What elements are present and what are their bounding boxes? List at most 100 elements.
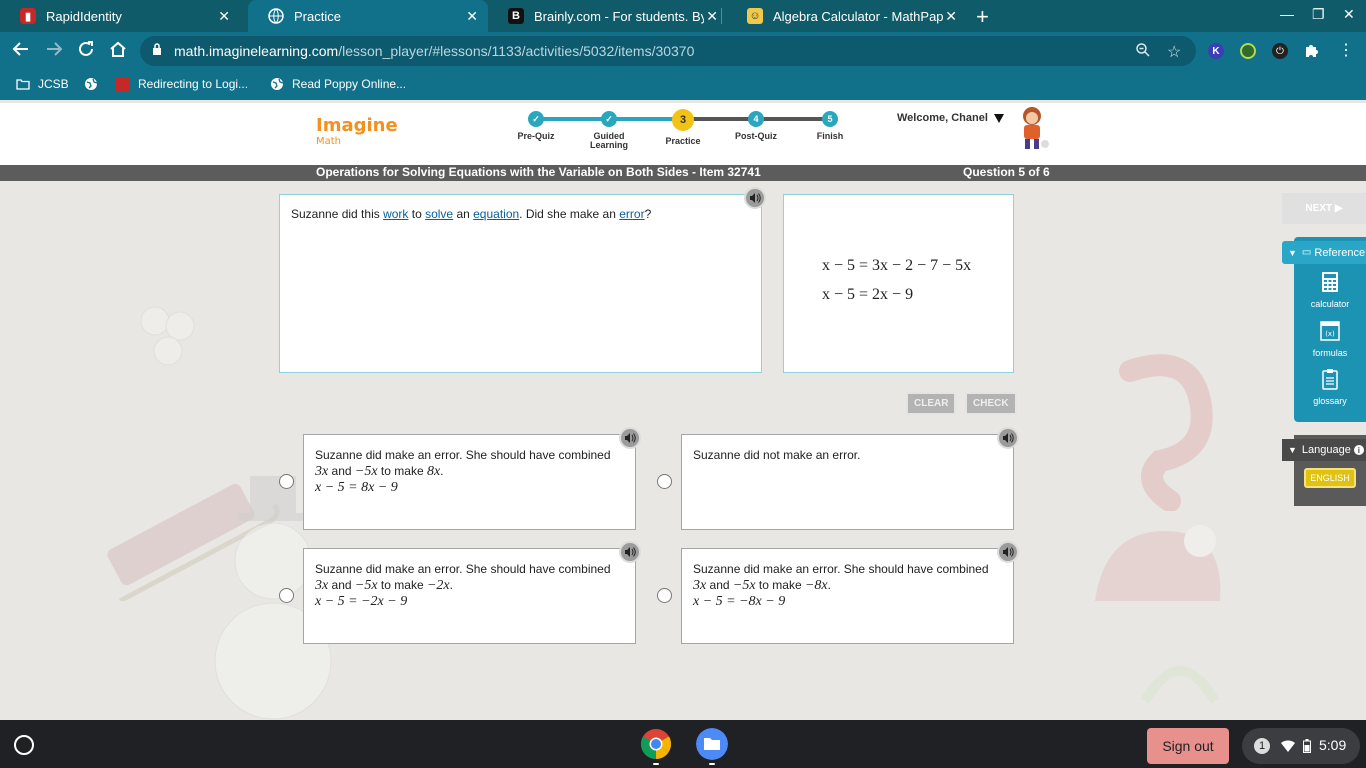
forward-icon[interactable] <box>45 40 63 63</box>
reference-glossary[interactable]: glossary <box>1294 368 1366 406</box>
choice-c-card[interactable]: Suzanne did make an error. She should ha… <box>303 548 636 644</box>
zoom-icon[interactable] <box>1135 42 1151 63</box>
maximize-icon[interactable]: ❐ <box>1312 6 1325 23</box>
tab-practice[interactable]: Practice ✕ <box>248 0 488 32</box>
tab-mathpapa[interactable]: ☺ Algebra Calculator - MathPapa ✕ <box>727 0 967 32</box>
wifi-icon <box>1281 740 1295 752</box>
green-extension-icon[interactable] <box>1240 43 1256 59</box>
glossary-link-equation[interactable]: equation <box>473 207 519 221</box>
glossary-link-work[interactable]: work <box>383 207 408 221</box>
question-audio-speaker-icon[interactable] <box>744 187 766 209</box>
close-window-icon[interactable]: ✕ <box>1343 6 1355 23</box>
close-icon[interactable]: ✕ <box>945 8 957 25</box>
tab-brainly[interactable]: B Brainly.com - For students. By st ✕ <box>488 0 728 32</box>
bookmark-redirecting[interactable]: Redirecting to Logi... <box>116 77 248 91</box>
tab-separator <box>721 8 722 24</box>
files-app-icon[interactable] <box>696 728 728 760</box>
info-icon[interactable]: i <box>1353 445 1364 455</box>
close-icon[interactable]: ✕ <box>466 8 478 25</box>
choice-b-card[interactable]: Suzanne did not make an error. <box>681 434 1014 530</box>
reference-header-label: Reference <box>1314 246 1366 259</box>
step-practice-label: Practice <box>665 136 701 146</box>
question-panel: Suzanne did this work to solve an equati… <box>279 194 762 373</box>
back-icon[interactable] <box>12 40 30 63</box>
choice-d-speaker-icon[interactable] <box>997 541 1019 563</box>
power-extension-icon[interactable]: ⏻ <box>1272 43 1288 59</box>
lesson-stage: Suzanne did this work to solve an equati… <box>0 181 1366 720</box>
scarf-illustration <box>1119 354 1213 511</box>
tab-title: Practice <box>294 8 341 24</box>
sign-out-button[interactable]: Sign out <box>1147 728 1229 764</box>
clock-time: 5:09 <box>1319 737 1347 753</box>
home-icon[interactable] <box>109 40 127 63</box>
files-running-indicator <box>709 763 715 765</box>
glossary-label: glossary <box>1313 396 1347 406</box>
choice-b-speaker-icon[interactable] <box>997 427 1019 449</box>
lock-icon <box>153 43 161 55</box>
choice-b-radio[interactable] <box>657 474 672 489</box>
bookmark-label: Redirecting to Logi... <box>138 77 249 91</box>
welcome-menu[interactable]: Welcome, Chanel <box>897 112 1004 124</box>
launcher-icon[interactable] <box>14 735 34 755</box>
new-tab-button[interactable]: + <box>976 4 989 30</box>
bookmark-label: JCSB <box>38 77 69 91</box>
triangle-down-icon: ▼ <box>1288 445 1297 455</box>
glossary-icon <box>1322 369 1338 390</box>
extensions-puzzle-icon[interactable] <box>1304 42 1320 63</box>
glossary-link-error[interactable]: error <box>619 207 644 221</box>
step-practice-marker: 3 <box>672 109 694 131</box>
choice-c-radio[interactable] <box>279 588 294 603</box>
chrome-app-icon[interactable] <box>640 728 672 760</box>
address-bar[interactable]: math.imaginelearning.com/lesson_player/#… <box>140 36 1196 66</box>
next-button[interactable]: NEXT ▶ <box>1282 193 1366 224</box>
choice-a-card[interactable]: Suzanne did make an error. She should ha… <box>303 434 636 530</box>
caret-down-icon <box>993 113 1004 123</box>
reference-formulas[interactable]: (x) formulas <box>1294 320 1366 358</box>
reference-toggle[interactable]: ▼ ▭ Reference <box>1282 241 1366 264</box>
choice-c-speaker-icon[interactable] <box>619 541 641 563</box>
k-extension-icon[interactable]: K <box>1208 43 1224 59</box>
check-button[interactable]: CHECK <box>965 392 1017 415</box>
clear-button[interactable]: CLEAR <box>906 392 957 415</box>
welcome-text: Welcome, Chanel <box>897 112 988 124</box>
lesson-title-bar: Operations for Solving Equations with th… <box>0 165 1366 181</box>
svg-text:(x): (x) <box>1325 330 1335 338</box>
step-finish-label: Finish <box>816 131 844 141</box>
calculator-icon <box>1322 272 1338 292</box>
student-work-panel: x − 5 = 3x − 2 − 7 − 5x x − 5 = 2x − 9 <box>783 194 1014 373</box>
tab-title: Algebra Calculator - MathPapa <box>773 8 943 24</box>
tab-rapididentity[interactable]: ▮ RapidIdentity ✕ <box>0 0 240 32</box>
bookmark-jcsb[interactable]: JCSB <box>16 77 69 91</box>
star-icon[interactable]: ☆ <box>1167 42 1181 62</box>
reload-icon[interactable] <box>77 40 95 63</box>
bookmark-read-poppy[interactable]: Read Poppy Online... <box>270 77 406 91</box>
reference-calculator[interactable]: calculator <box>1294 271 1366 309</box>
chrome-running-indicator <box>653 763 659 765</box>
choice-d-card[interactable]: Suzanne did make an error. She should ha… <box>681 548 1014 644</box>
close-icon[interactable]: ✕ <box>218 8 230 25</box>
choice-a-speaker-icon[interactable] <box>619 427 641 449</box>
close-icon[interactable]: ✕ <box>706 8 718 25</box>
step-pre-quiz-marker: ✓ <box>528 111 544 127</box>
choice-a-radio[interactable] <box>279 474 294 489</box>
system-tray[interactable]: 1 5:09 <box>1242 728 1360 764</box>
step-post-quiz-label: Post-Quiz <box>735 131 777 141</box>
avatar[interactable] <box>1012 104 1052 152</box>
globe-icon <box>268 8 284 24</box>
snowballs-illustration <box>140 306 195 366</box>
bookmark-globe[interactable] <box>84 77 106 91</box>
question-text: Suzanne did this work to solve an equati… <box>291 207 652 221</box>
step-post-quiz-marker: 4 <box>748 111 764 127</box>
globe-icon <box>270 77 284 91</box>
menu-kebab-icon[interactable]: ⋮ <box>1338 40 1354 60</box>
glossary-link-solve[interactable]: solve <box>425 207 453 221</box>
language-english-button[interactable]: ENGLISH <box>1304 468 1356 488</box>
language-toggle[interactable]: ▼ Language i <box>1282 439 1366 461</box>
minimize-icon[interactable]: — <box>1280 6 1294 22</box>
work-line-2: x − 5 = 2x − 9 <box>822 286 914 303</box>
choice-b-text: Suzanne did not make an error. <box>693 448 861 462</box>
language-header-label: Language <box>1301 444 1351 456</box>
tab-title: RapidIdentity <box>46 8 122 24</box>
choice-d-radio[interactable] <box>657 588 672 603</box>
bookmarks-bar: JCSB Redirecting to Logi... Read Poppy O… <box>0 70 1366 100</box>
